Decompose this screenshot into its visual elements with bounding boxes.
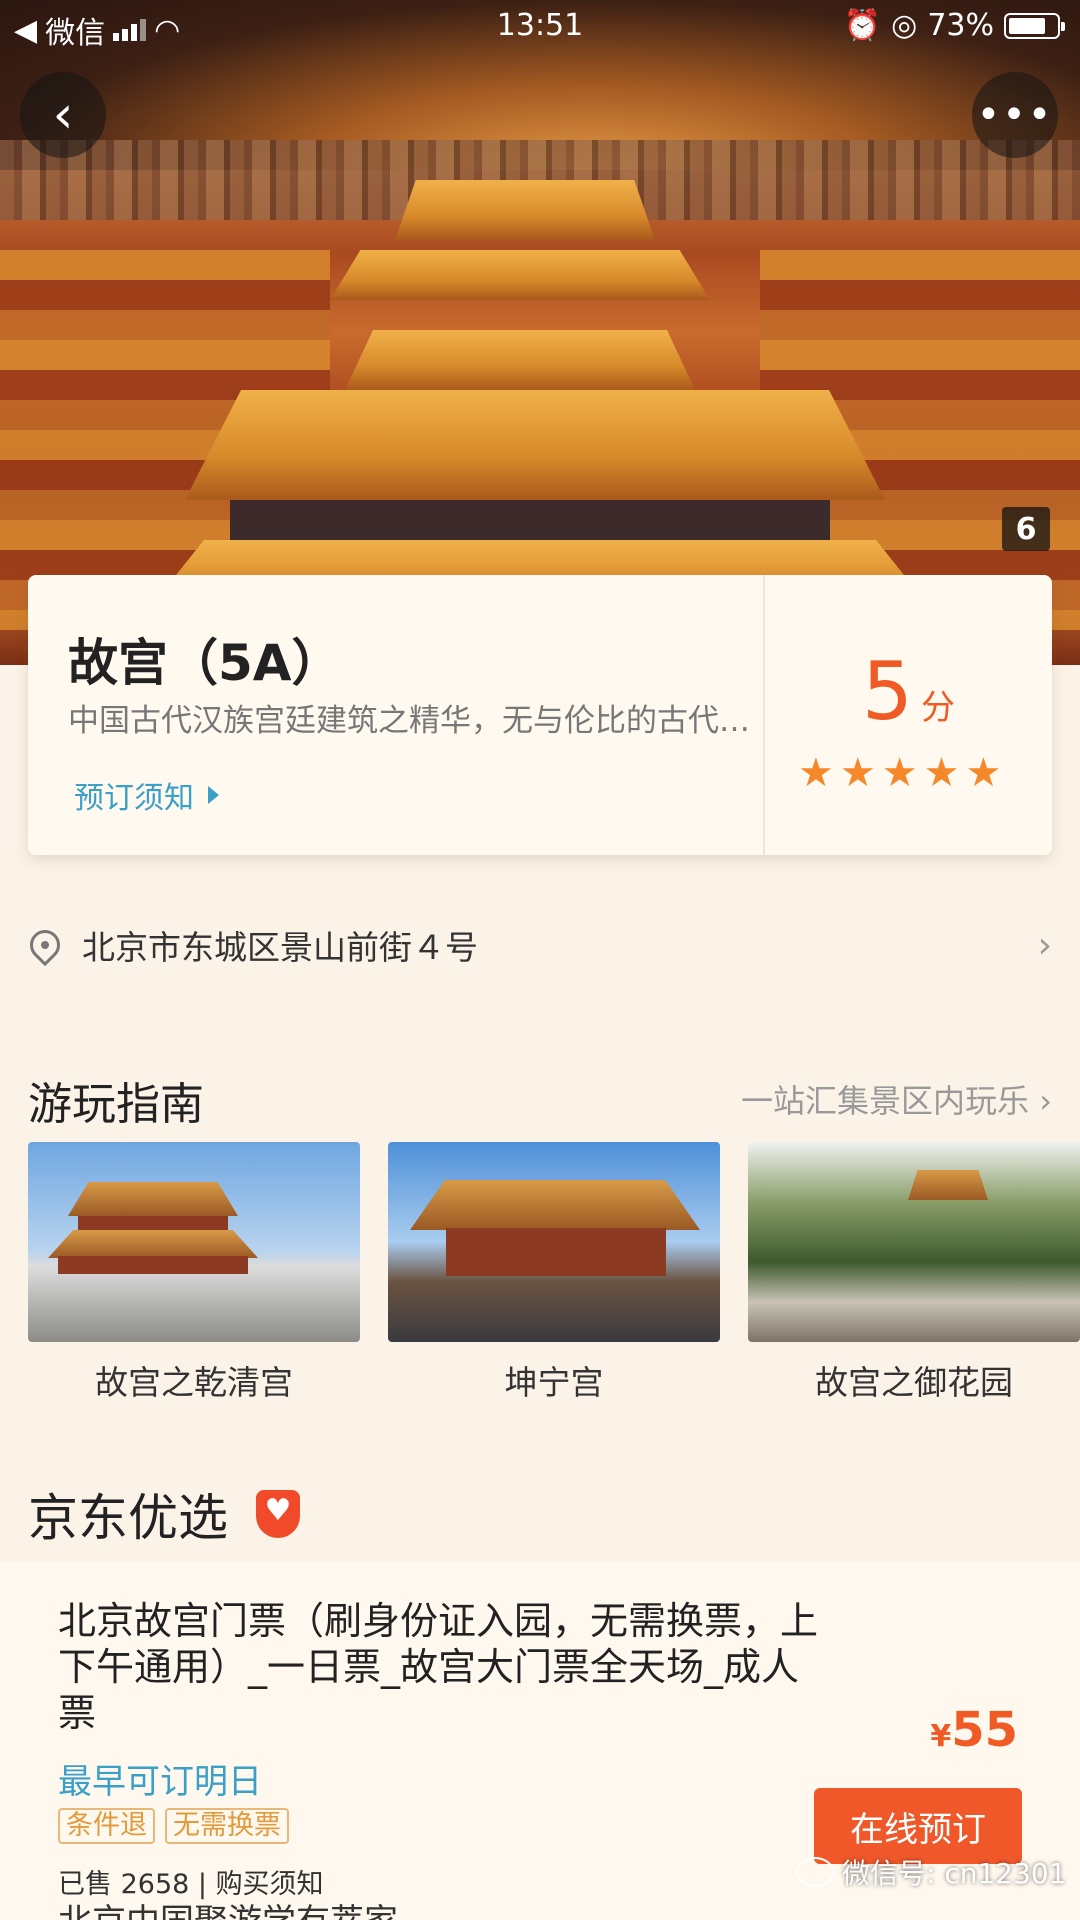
address-text: 北京市东城区景山前街４号 bbox=[82, 928, 478, 967]
next-product-name: 北京中国聚游学有萃家 bbox=[58, 1902, 398, 1920]
wechat-watermark: 微信号: cn12301 bbox=[796, 1852, 1067, 1892]
guide-more-link[interactable]: 一站汇集景区内玩乐 › bbox=[741, 1076, 1052, 1122]
palace-wall bbox=[230, 500, 830, 540]
rating-value: 5 bbox=[862, 645, 913, 738]
battery-icon bbox=[1004, 12, 1065, 39]
address-row[interactable]: 北京市东城区景山前街４号 › bbox=[23, 915, 1052, 975]
guide-item-image bbox=[388, 1142, 720, 1342]
guide-item-image bbox=[748, 1142, 1080, 1342]
guide-item-image bbox=[28, 1142, 360, 1342]
buy-notice-link[interactable]: 购买须知 bbox=[216, 1869, 324, 1900]
photo-count-badge[interactable]: 6 bbox=[1002, 507, 1050, 551]
booking-notice-label: 预订须知 bbox=[74, 781, 194, 816]
star-icon: ★ bbox=[839, 750, 876, 796]
battery-percent: 73% bbox=[927, 8, 994, 43]
rating-unit: 分 bbox=[920, 688, 955, 728]
caret-right-icon bbox=[208, 786, 219, 804]
location-pin-icon bbox=[23, 923, 67, 967]
chevron-left-icon: ‹ bbox=[52, 85, 74, 145]
star-icon: ★ bbox=[798, 750, 834, 796]
rating-stars: ★ ★ ★ ★ ★ bbox=[798, 753, 1001, 793]
back-button[interactable]: ‹ bbox=[20, 72, 106, 158]
product-price: ¥55 bbox=[930, 1702, 1018, 1758]
guide-more-label: 一站汇集景区内玩乐 bbox=[741, 1082, 1030, 1120]
heart-badge-icon bbox=[256, 1490, 300, 1538]
jd-section-title: 京东优选 bbox=[28, 1478, 300, 1550]
guide-item[interactable]: 坤宁宫 bbox=[388, 1142, 720, 1404]
product-sales: 已售 2658 | 购买须知 bbox=[58, 1869, 324, 1900]
rotation-lock-icon: ◎ bbox=[891, 8, 918, 43]
attraction-info-card: 故宫（5A） 中国古代汉族宫廷建筑之精华，无与伦比的古代建筑杰作 预订须知 5分… bbox=[28, 575, 1052, 855]
product-name: 北京故宫门票（刷身份证入园，无需换票，上下午通用）_一日票_故宫大门票全天场_成… bbox=[58, 1599, 819, 1735]
chevron-right-icon: › bbox=[1037, 925, 1052, 966]
product-tag: 无需换票 bbox=[165, 1808, 289, 1844]
product-earliest-date: 最早可订明日 bbox=[58, 1762, 262, 1802]
star-icon: ★ bbox=[923, 750, 960, 796]
wechat-icon bbox=[796, 1857, 834, 1887]
star-icon: ★ bbox=[965, 750, 1002, 796]
guide-item-caption: 故宫之乾清宫 bbox=[95, 1363, 293, 1402]
star-icon: ★ bbox=[881, 750, 918, 796]
attraction-title: 故宫（5A） bbox=[68, 634, 342, 692]
watermark-text: 微信号: cn12301 bbox=[842, 1857, 1067, 1890]
guide-item-caption: 故宫之御花园 bbox=[815, 1363, 1013, 1402]
status-bar: ◀ 微信 ◠ 13:51 ⏰ ◎ 73% bbox=[0, 0, 1080, 52]
palace-roof bbox=[330, 250, 710, 300]
product-sold-count: 已售 2658 bbox=[58, 1869, 190, 1900]
guide-item-caption: 坤宁宫 bbox=[504, 1363, 604, 1402]
booking-notice-link[interactable]: 预订须知 bbox=[74, 773, 219, 817]
chevron-right-icon: › bbox=[1039, 1082, 1052, 1120]
price-value: 55 bbox=[951, 1702, 1018, 1758]
hero-image[interactable] bbox=[0, 0, 1080, 665]
guide-item[interactable]: 故宫之御花园 bbox=[748, 1142, 1080, 1404]
jd-section-title-text: 京东优选 bbox=[28, 1489, 228, 1547]
palace-roof bbox=[395, 180, 655, 240]
rating-score: 5分 bbox=[765, 645, 1052, 738]
product-tag: 条件退 bbox=[58, 1808, 155, 1844]
palace-roof bbox=[185, 390, 885, 500]
guide-item[interactable]: 故宫之乾清宫 bbox=[28, 1142, 360, 1404]
alarm-icon: ⏰ bbox=[843, 8, 882, 43]
more-dots-icon: ••• bbox=[976, 92, 1054, 138]
product-tags: 条件退 无需换票 bbox=[58, 1808, 289, 1844]
currency-symbol: ¥ bbox=[930, 1719, 952, 1754]
attraction-description: 中国古代汉族宫廷建筑之精华，无与伦比的古代建筑杰作 bbox=[68, 703, 758, 739]
palace-roof bbox=[345, 330, 695, 390]
more-button[interactable]: ••• bbox=[972, 72, 1058, 158]
guide-section-title: 游玩指南 bbox=[28, 1079, 204, 1130]
